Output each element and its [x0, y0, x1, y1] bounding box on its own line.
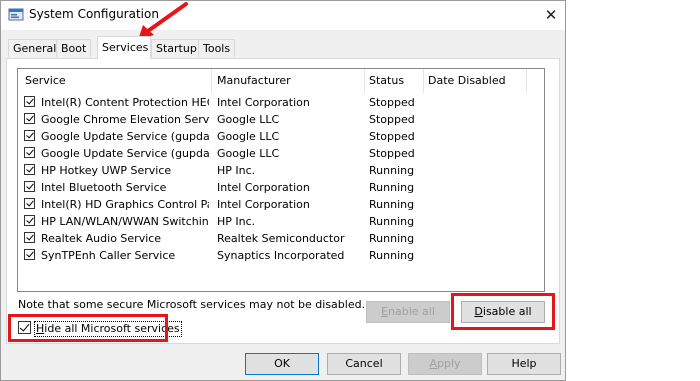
tab-services[interactable]: Services: [97, 36, 151, 59]
